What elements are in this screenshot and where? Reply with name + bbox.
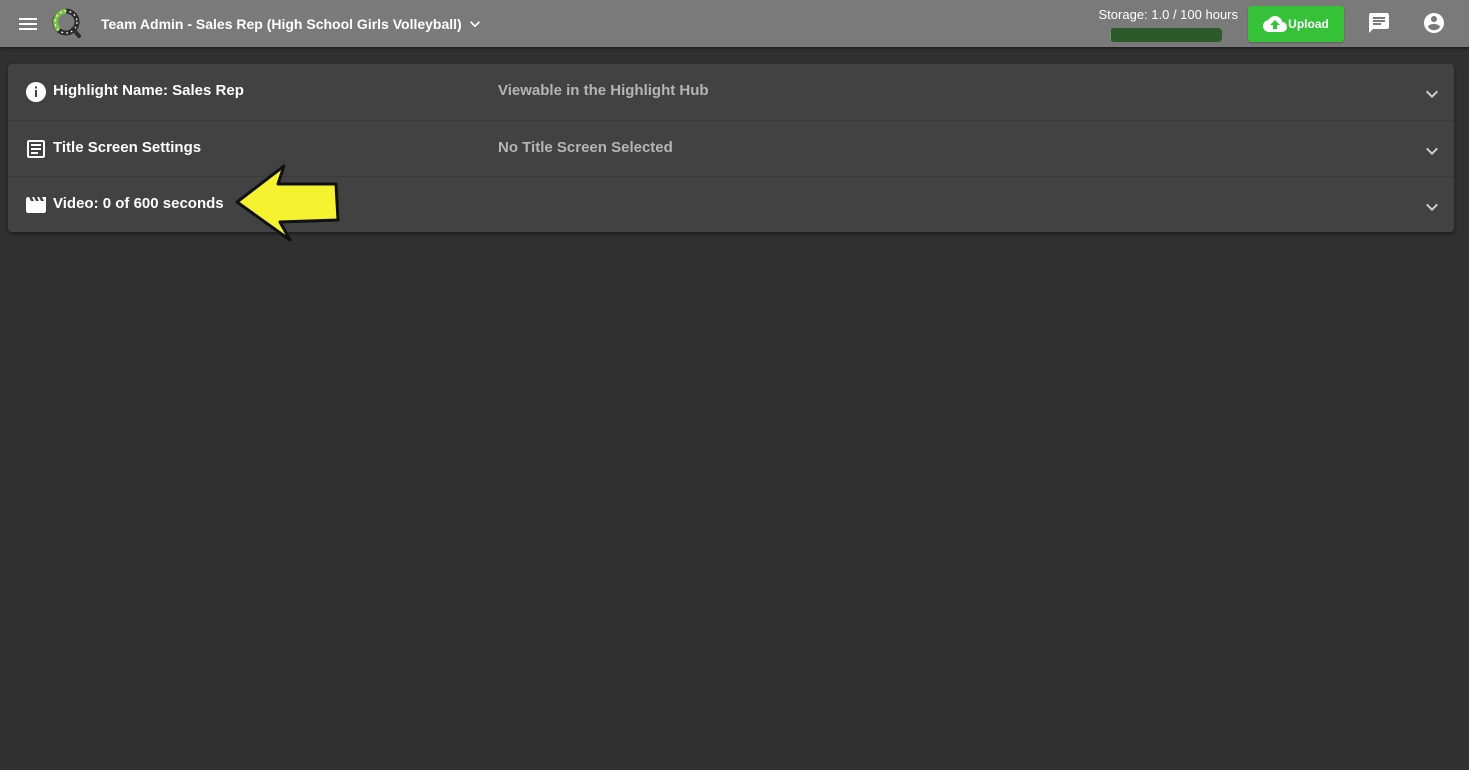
account-circle-icon[interactable] (1422, 11, 1446, 35)
video-duration-title: Video: 0 of 600 seconds (53, 195, 224, 212)
cloud-upload-icon (1263, 15, 1288, 32)
top-app-bar: Team Admin - Sales Rep (High School Girl… (0, 0, 1469, 47)
video-row[interactable]: Video: 0 of 600 seconds (8, 176, 1454, 232)
highlight-name-title: Highlight Name: Sales Rep (53, 82, 244, 99)
chat-icon[interactable] (1367, 11, 1391, 35)
app-logo-icon[interactable] (51, 7, 83, 39)
title-screen-status-text: No Title Screen Selected (498, 139, 673, 156)
title-screen-settings-row[interactable]: Title Screen Settings No Title Screen Se… (8, 120, 1454, 177)
team-title: Team Admin - Sales Rep (High School Girl… (101, 16, 462, 32)
storage-indicator: Storage: 1.0 / 100 hours (1088, 6, 1244, 42)
storage-progress-bar (1110, 28, 1222, 42)
team-selector[interactable]: Team Admin - Sales Rep (High School Girl… (101, 12, 485, 36)
chevron-down-icon (1426, 147, 1438, 155)
storage-label: Storage: 1.0 / 100 hours (1098, 7, 1238, 22)
hamburger-menu-icon[interactable] (16, 12, 40, 36)
upload-button-label: Upload (1288, 17, 1329, 31)
chevron-down-icon (1426, 203, 1438, 211)
highlight-name-row[interactable]: Highlight Name: Sales Rep Viewable in th… (8, 64, 1454, 120)
highlight-settings-panel: Highlight Name: Sales Rep Viewable in th… (8, 64, 1454, 232)
chevron-down-icon (469, 21, 480, 28)
title-screen-icon (27, 140, 45, 158)
upload-button[interactable]: Upload (1248, 6, 1344, 42)
chevron-down-icon (1426, 90, 1438, 98)
title-screen-settings-title: Title Screen Settings (53, 139, 202, 156)
storage-progress-fill (1110, 28, 1112, 42)
clapperboard-icon (26, 197, 46, 213)
highlight-visibility-text: Viewable in the Highlight Hub (498, 82, 709, 99)
info-icon (26, 82, 46, 102)
